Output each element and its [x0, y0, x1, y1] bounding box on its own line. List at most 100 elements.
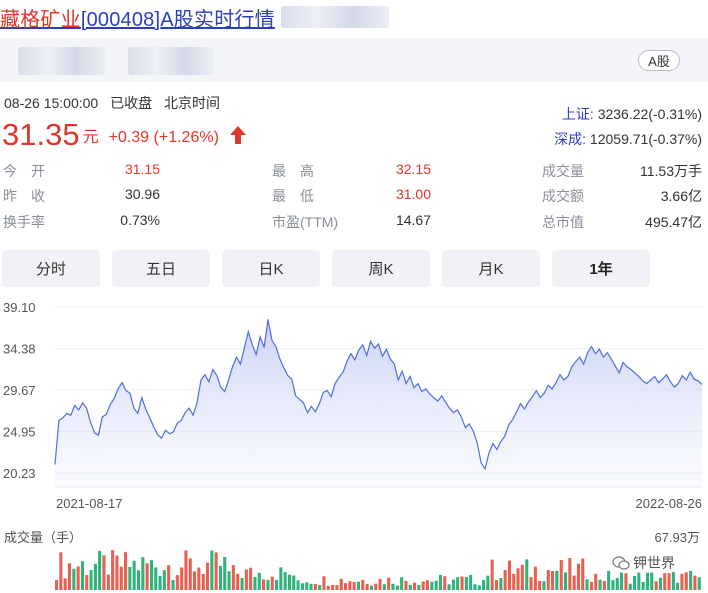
- y-tick-label: 20.23: [3, 466, 36, 481]
- volume-bar: [533, 566, 537, 590]
- volume-bar: [305, 582, 309, 590]
- volume-bar: [197, 567, 201, 590]
- volume-bar: [102, 555, 106, 590]
- volume-bar: [149, 560, 153, 590]
- volume-bar: [223, 557, 227, 590]
- volume-bar: [193, 571, 197, 590]
- volume-bar: [607, 570, 611, 590]
- tab-five-day[interactable]: 五日: [112, 250, 210, 287]
- volume-bar: [326, 585, 330, 590]
- volume-bar: [564, 572, 568, 590]
- volume-bar: [76, 566, 80, 590]
- volume-bar: [184, 550, 188, 590]
- volume-bar: [658, 577, 662, 590]
- volume-bar: [93, 563, 97, 590]
- volume-bar: [158, 575, 162, 590]
- volume-bar: [335, 585, 339, 590]
- volume-bar: [451, 579, 455, 590]
- y-tick-label: 29.67: [3, 383, 36, 398]
- volume-bar: [240, 578, 244, 590]
- volume-bar: [495, 580, 499, 590]
- volume-bar: [490, 559, 494, 590]
- volume-bar: [210, 550, 214, 590]
- stat-turnover-rate-label: 换手率: [3, 214, 45, 230]
- watermark-text: 钾世界: [633, 555, 675, 571]
- volume-bar: [128, 567, 132, 590]
- volume-bar: [650, 572, 654, 590]
- volume-bar: [309, 583, 313, 590]
- stat-open-label: 今 开: [3, 163, 45, 179]
- volume-bar: [89, 570, 93, 590]
- volume-bar: [667, 573, 671, 590]
- blurred-title-region: [280, 6, 389, 28]
- volume-axis-label: 成交量（手）: [4, 530, 83, 545]
- volume-bar: [482, 580, 486, 590]
- volume-bar: [206, 562, 210, 590]
- volume-bar: [262, 579, 266, 590]
- volume-bar: [162, 570, 166, 590]
- volume-bar: [633, 576, 637, 590]
- stat-amount-label: 成交额: [542, 188, 584, 204]
- volume-bar: [356, 581, 360, 590]
- volume-bar: [645, 572, 649, 590]
- volume-bar: [654, 581, 658, 590]
- quote-datetime: 08-26 15:00:00: [4, 95, 99, 111]
- tab-intraday[interactable]: 分时: [2, 250, 100, 287]
- index-shanghai[interactable]: 上证: 3236.22(-0.31%): [562, 104, 702, 124]
- info-band: [0, 38, 708, 82]
- tab-monthly-k[interactable]: 月K: [442, 250, 540, 287]
- volume-bars: [55, 550, 701, 590]
- volume-bar: [576, 563, 580, 590]
- index-value: 3236.22(-0.31%): [597, 106, 702, 122]
- volume-bar: [63, 578, 67, 590]
- volume-bar: [236, 573, 240, 590]
- stat-market-cap-value: 495.47亿: [645, 214, 702, 230]
- up-arrow-icon: [229, 126, 246, 144]
- volume-bar: [473, 584, 477, 590]
- stat-open-value: 31.15: [124, 161, 160, 177]
- volume-bar: [361, 579, 365, 590]
- volume-bar: [98, 550, 102, 590]
- volume-bar: [188, 558, 192, 590]
- volume-bar: [594, 573, 598, 590]
- stat-low-value: 31.00: [395, 186, 431, 202]
- volume-bar: [525, 559, 529, 590]
- volume-bar: [55, 580, 59, 590]
- stock-name: 藏格矿业: [0, 8, 81, 31]
- volume-bar: [249, 567, 253, 590]
- tab-daily-k[interactable]: 日K: [222, 250, 320, 287]
- wechat-icon: [612, 556, 630, 570]
- volume-bar: [413, 582, 417, 590]
- volume-bar: [568, 558, 572, 590]
- volume-bar: [400, 577, 404, 590]
- volume-bar: [551, 571, 555, 590]
- volume-bar: [421, 581, 425, 590]
- blurred-region: [18, 47, 106, 75]
- market-status: 已收盘: [110, 95, 153, 111]
- volume-bar: [637, 572, 641, 590]
- volume-bar: [438, 574, 442, 590]
- y-tick-label: 39.10: [3, 300, 36, 315]
- volume-bar: [641, 582, 645, 590]
- volume-bar: [516, 568, 520, 590]
- volume-bar: [218, 565, 222, 590]
- index-shenzhen[interactable]: 深成: 12059.71(-0.37%): [554, 129, 702, 149]
- volume-max-label: 67.93万: [654, 530, 700, 545]
- volume-bar: [167, 565, 171, 590]
- title-suffix: A股实时行情: [160, 8, 275, 31]
- volume-bar: [697, 577, 701, 590]
- tab-one-year[interactable]: 1年: [552, 250, 650, 287]
- volume-bar: [374, 583, 378, 590]
- stock-title-link[interactable]: 藏格矿业[000408]A股实时行情: [0, 3, 275, 32]
- volume-bar: [318, 585, 322, 590]
- volume-bar: [520, 564, 524, 590]
- volume-bar: [106, 574, 110, 590]
- page-title[interactable]: 藏格矿业[000408]A股实时行情: [0, 2, 389, 32]
- volume-bar: [171, 580, 175, 590]
- price-chart[interactable]: 39.10 34.38 29.67 24.95 20.23 2021-08-17…: [0, 292, 708, 593]
- stat-volume-label: 成交量: [542, 163, 584, 179]
- tab-weekly-k[interactable]: 周K: [332, 250, 430, 287]
- volume-bar: [253, 576, 257, 590]
- volume-bar: [214, 552, 218, 590]
- volume-bar: [67, 563, 71, 590]
